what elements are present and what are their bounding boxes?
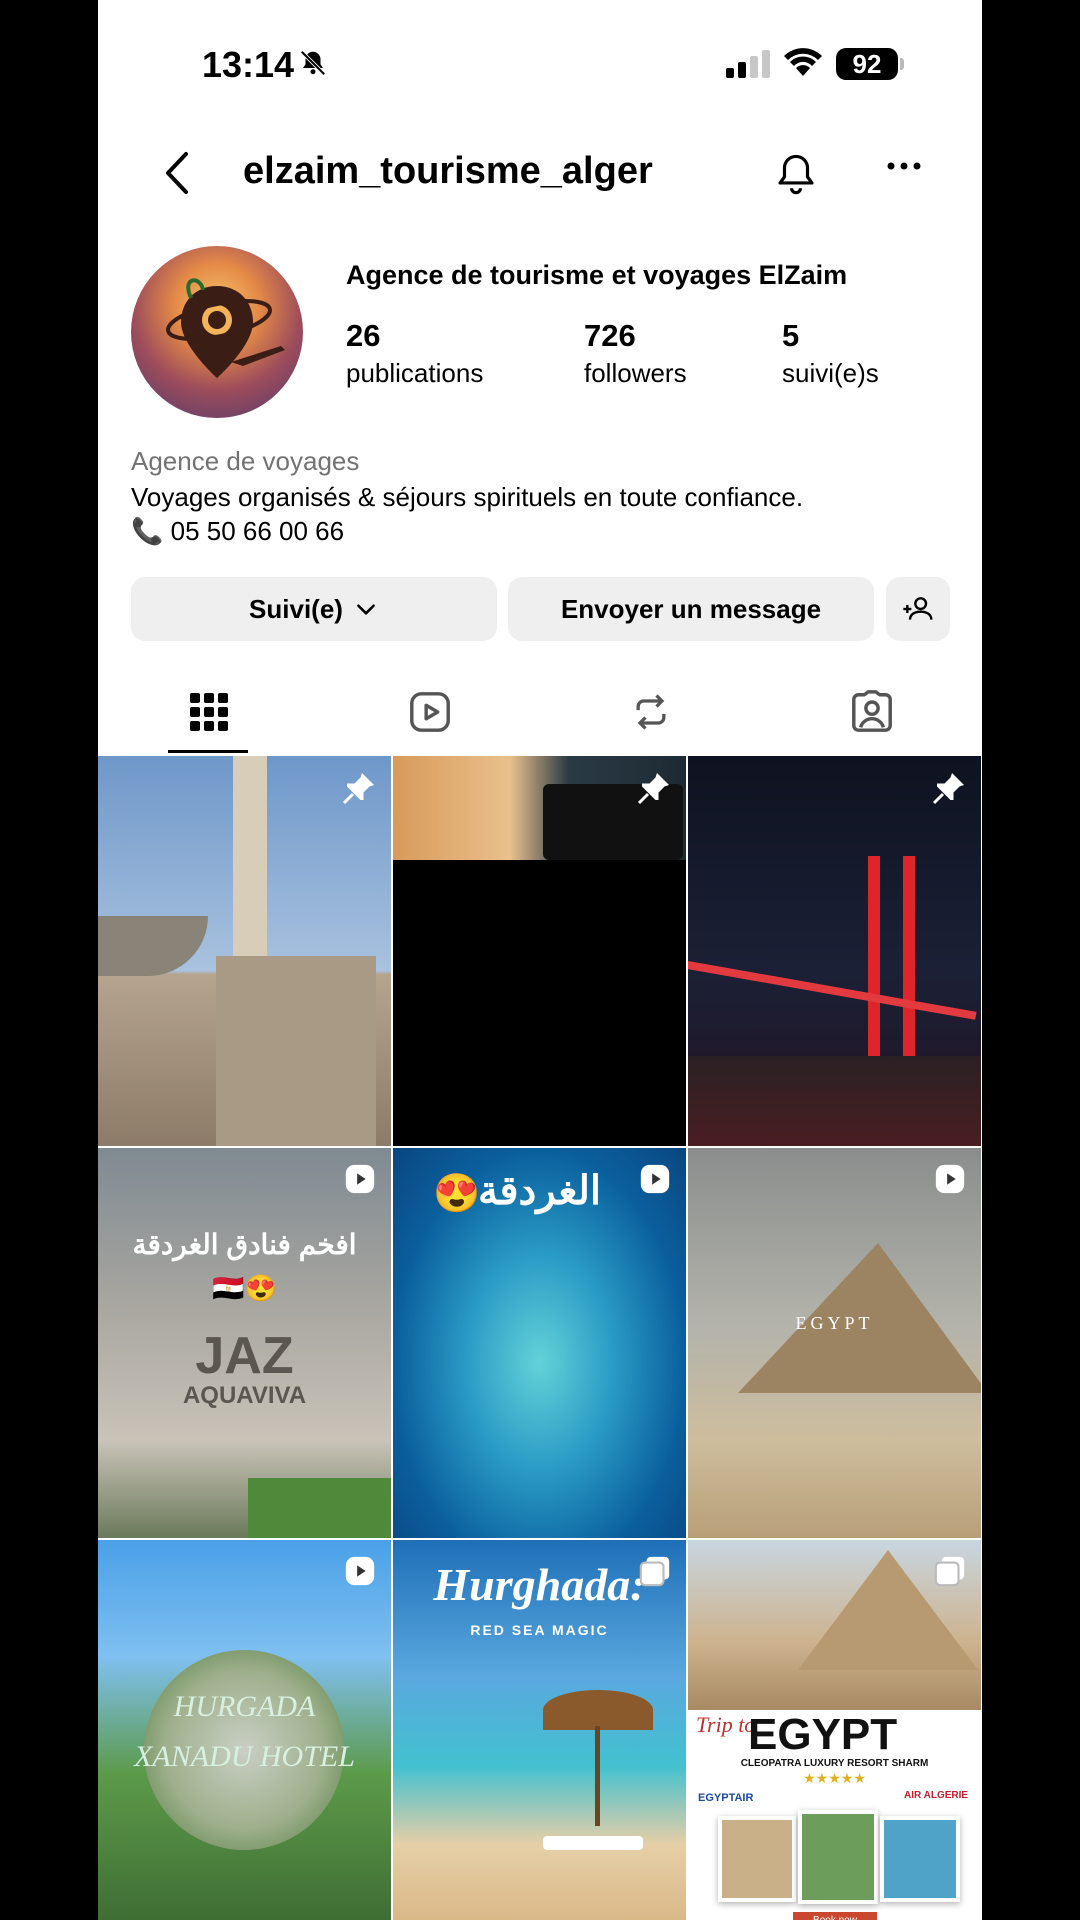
message-label: Envoyer un message xyxy=(560,593,822,624)
bridge-deck xyxy=(688,961,977,1020)
following-label: Suivi(e) xyxy=(249,593,343,624)
umbrella-pole xyxy=(595,1726,600,1826)
hotel-photo xyxy=(798,1810,878,1904)
tab-grid[interactable] xyxy=(98,670,319,754)
stat-value: 26 xyxy=(346,318,381,353)
book-now-button: Book now xyxy=(793,1912,877,1920)
tagged-icon xyxy=(851,690,892,732)
carousel-icon xyxy=(934,1556,965,1587)
post-subtitle: JAZ xyxy=(195,1327,294,1385)
stat-label: publications xyxy=(346,358,484,388)
post-tile[interactable]: Trip to EGYPT CLEOPATRA LUXURY RESORT SH… xyxy=(688,1540,981,1920)
notification-bell-icon[interactable] xyxy=(774,152,818,198)
profile-phone: 05 50 66 00 66 xyxy=(170,516,345,546)
stat-label: followers xyxy=(584,358,687,388)
back-arrow-icon[interactable] xyxy=(158,150,198,196)
profile-bio: Voyages organisés & séjours spirituels e… xyxy=(131,482,804,512)
brand-label: AIR ALGERIE xyxy=(904,1790,969,1801)
pin-icon xyxy=(637,773,669,805)
grid-icon xyxy=(189,693,228,731)
post-tile[interactable]: الغردقة 😍 xyxy=(393,1148,686,1538)
status-time: 13:14 xyxy=(202,44,295,85)
post-tile[interactable]: EGYPT xyxy=(688,1148,981,1538)
profile-full-name: Agence de tourisme et voyages ElZaim xyxy=(346,260,848,290)
tab-reposts[interactable] xyxy=(540,670,761,754)
reels-icon xyxy=(409,692,450,732)
post-caption: HURGADA xyxy=(173,1690,316,1723)
post-subtitle: RED SEA MAGIC xyxy=(470,1622,609,1638)
post-caption: EGYPT xyxy=(748,1710,898,1759)
bell-off-icon xyxy=(300,50,326,76)
beach-umbrella xyxy=(543,1690,653,1730)
profile-avatar[interactable] xyxy=(131,246,303,418)
active-tab-underline xyxy=(168,750,248,753)
reel-badge-icon xyxy=(345,1164,375,1194)
post-tile[interactable]: Hurghada: RED SEA MAGIC xyxy=(393,1540,686,1920)
following-button[interactable]: Suivi(e) xyxy=(131,577,497,641)
battery-tip xyxy=(900,58,904,70)
wifi-icon xyxy=(784,48,822,76)
lawn xyxy=(248,1478,391,1538)
post-tile[interactable] xyxy=(98,756,391,1146)
pin-icon xyxy=(342,773,374,805)
pin-icon xyxy=(932,773,964,805)
reel-badge-icon xyxy=(640,1164,670,1194)
hotel-photo xyxy=(880,1816,960,1902)
profile-phone-line[interactable]: 📞 05 50 66 00 66 xyxy=(131,516,344,547)
post-tile[interactable]: افخم فنادق الغردقة 🇪🇬😍 JAZ AQUAVIVA xyxy=(98,1148,391,1538)
post-tile[interactable]: HURGADA XANADU HOTEL xyxy=(98,1540,391,1920)
umbrella-shade xyxy=(98,916,208,976)
post-subtitle-2: AQUAVIVA xyxy=(182,1382,307,1409)
tab-reels[interactable] xyxy=(319,670,540,754)
post-subtitle: XANADU HOTEL xyxy=(134,1740,355,1773)
phone-screen: 13:14 92 elzaim_tourisme_alger Agence de… xyxy=(98,0,982,1920)
status-bar: 13:14 92 xyxy=(98,0,982,130)
tab-tagged[interactable] xyxy=(761,670,982,754)
chevron-down-icon xyxy=(357,604,375,615)
logo-pin-icon xyxy=(166,278,285,378)
add-person-icon xyxy=(903,597,933,620)
post-subtitle: CLEOPATRA LUXURY RESORT SHARM xyxy=(740,1758,929,1769)
rating-stars: ★★★★★ xyxy=(803,1770,866,1786)
stat-value: 726 xyxy=(584,318,636,353)
stat-value: 5 xyxy=(782,318,800,353)
emoji-label: 🇪🇬😍 xyxy=(212,1273,277,1303)
signal-icon xyxy=(726,50,770,78)
stat-label: suivi(e)s xyxy=(782,358,879,388)
profile-tabs xyxy=(98,670,982,754)
stat-publications[interactable]: 26 publications xyxy=(346,318,483,389)
carousel-icon xyxy=(639,1556,670,1587)
message-button[interactable]: Envoyer un message xyxy=(508,577,874,641)
brand-label: EGYPTAIR xyxy=(698,1792,754,1804)
reel-badge-icon xyxy=(935,1164,965,1194)
more-options-icon[interactable] xyxy=(886,160,922,172)
sunbed xyxy=(543,1836,643,1850)
post-tile[interactable] xyxy=(393,756,686,1146)
repost-icon xyxy=(636,694,665,730)
reel-badge-icon xyxy=(345,1556,375,1586)
mosque-wall xyxy=(216,956,376,1146)
post-tile[interactable] xyxy=(688,756,981,1146)
hotel-photo xyxy=(718,1816,796,1902)
profile-category: Agence de voyages xyxy=(131,446,360,476)
stat-following[interactable]: 5 suivi(e)s xyxy=(782,318,879,389)
water-reflection xyxy=(688,1056,981,1146)
post-pretitle: Trip to xyxy=(696,1712,756,1737)
phone-icon: 📞 xyxy=(131,516,164,546)
battery-indicator: 92 xyxy=(836,48,898,80)
post-caption: EGYPT xyxy=(795,1313,874,1333)
post-caption: افخم فنادق الغردقة xyxy=(132,1229,357,1260)
heart-eyes-emoji: 😍 xyxy=(433,1173,481,1215)
stat-followers[interactable]: 726 followers xyxy=(584,318,687,389)
profile-username: elzaim_tourisme_alger xyxy=(243,150,653,192)
suggested-users-button[interactable] xyxy=(886,577,950,641)
